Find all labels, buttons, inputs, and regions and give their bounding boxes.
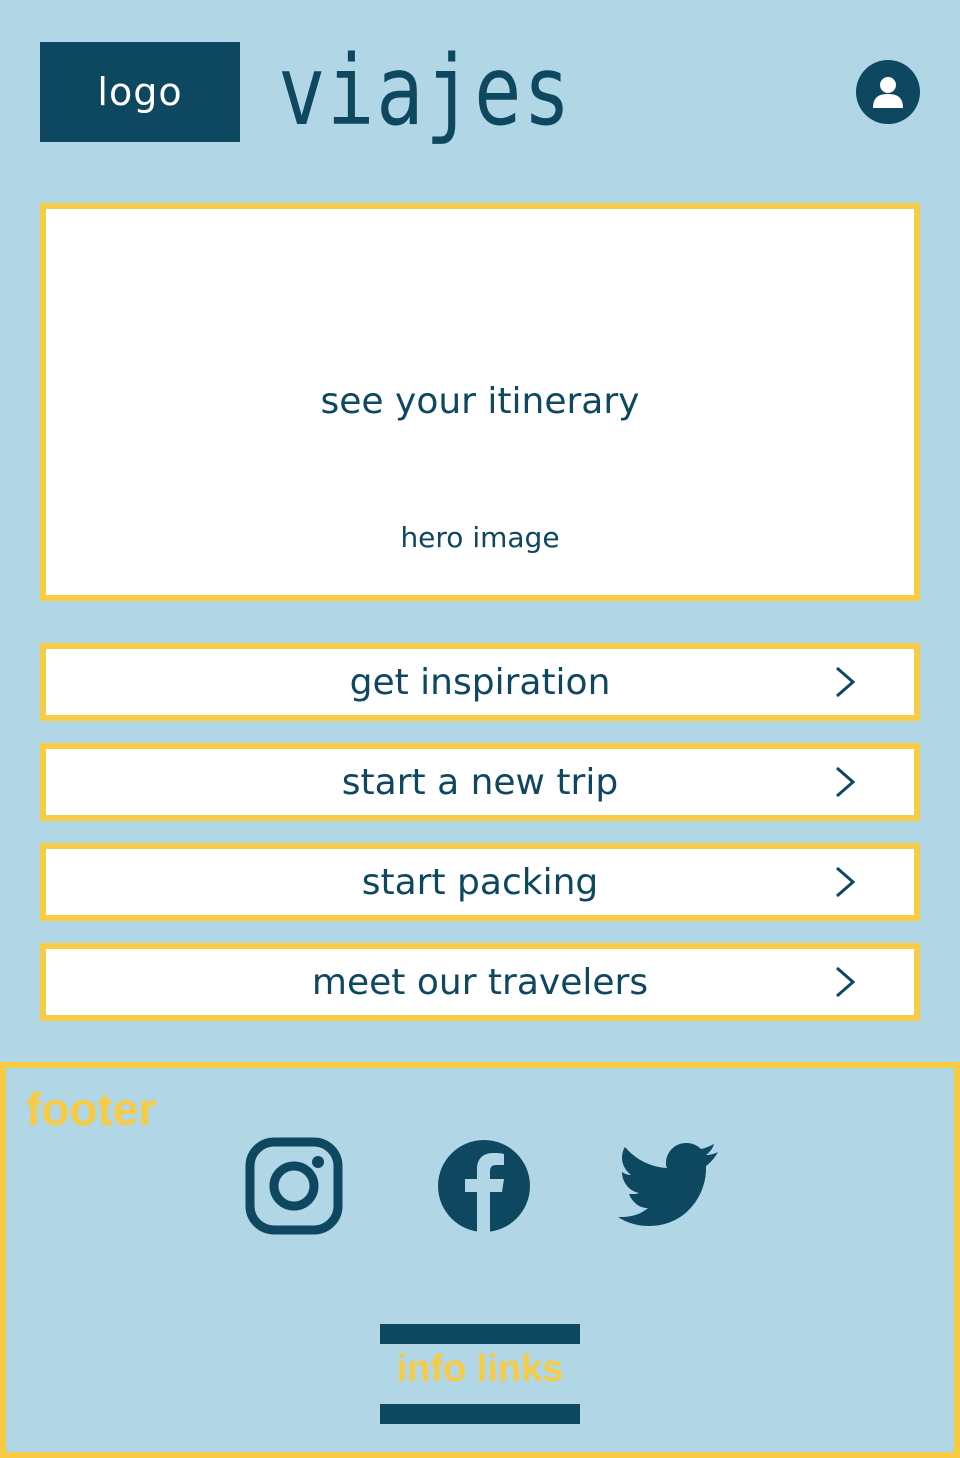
user-icon — [873, 77, 903, 108]
user-profile-button[interactable] — [856, 60, 920, 124]
menu-item-label: start packing — [361, 861, 599, 903]
logo-label: logo — [97, 70, 183, 114]
footer-label: footer — [26, 1083, 157, 1135]
chevron-right-icon — [836, 766, 856, 798]
chevron-right-icon — [836, 866, 856, 898]
twitter-icon[interactable] — [618, 1134, 722, 1238]
logo[interactable]: logo — [40, 42, 240, 142]
menu-item-meet-travelers[interactable]: meet our travelers — [40, 943, 920, 1021]
hero-image-label: hero image — [400, 521, 560, 554]
chevron-right-icon — [836, 966, 856, 998]
menu-item-label: meet our travelers — [311, 961, 649, 1003]
brand-title: viajes — [278, 35, 573, 147]
see-itinerary-link[interactable]: see your itinerary — [46, 381, 914, 422]
info-links-label: info links — [396, 1348, 564, 1390]
menu-item-start-new-trip[interactable]: start a new trip — [40, 743, 920, 821]
info-links-bottom-bar — [380, 1404, 580, 1424]
menu-item-start-packing[interactable]: start packing — [40, 843, 920, 921]
info-links[interactable]: info links — [380, 1324, 580, 1424]
info-links-top-bar — [380, 1324, 580, 1344]
facebook-icon[interactable] — [432, 1134, 536, 1238]
instagram-icon[interactable] — [242, 1134, 346, 1238]
menu-item-label: start a new trip — [341, 761, 619, 803]
chevron-right-icon — [836, 666, 856, 698]
footer: footer info links — [0, 1062, 960, 1458]
hero-image[interactable]: see your itinerary hero image — [40, 203, 920, 601]
menu-item-label: get inspiration — [349, 661, 611, 703]
menu-item-get-inspiration[interactable]: get inspiration — [40, 643, 920, 721]
